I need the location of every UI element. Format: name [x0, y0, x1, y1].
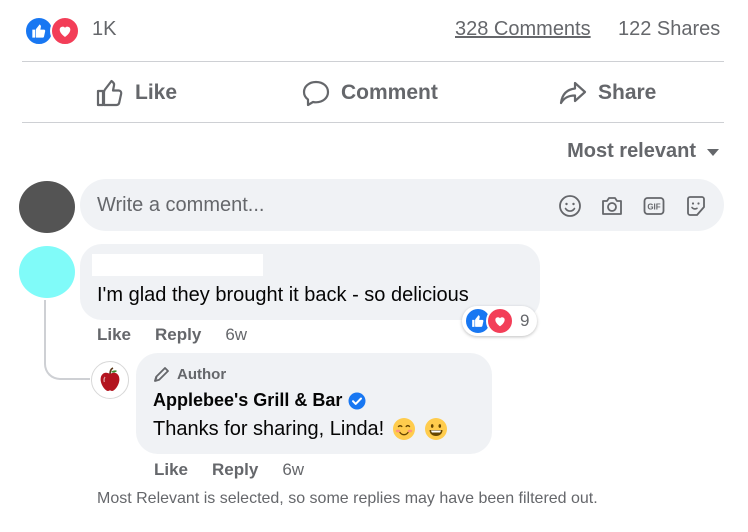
- divider: [22, 61, 724, 62]
- author-badge: Author: [153, 365, 226, 383]
- love-reaction-icon: [486, 307, 514, 335]
- caret-down-icon: [707, 148, 719, 156]
- grinning-face-emoji-icon: [425, 418, 448, 440]
- comment-button-label: Comment: [341, 81, 438, 104]
- sticker-icon[interactable]: [684, 194, 708, 218]
- commenter-avatar[interactable]: [19, 246, 75, 298]
- reply-text: Thanks for sharing, Linda!: [153, 417, 385, 440]
- current-user-avatar[interactable]: [19, 181, 75, 233]
- reply-author-name[interactable]: Applebee's Grill & Bar: [153, 390, 342, 411]
- comment-reply-link[interactable]: Reply: [155, 325, 201, 345]
- comment-reaction-count: 9: [520, 311, 530, 330]
- comment-reactions-pill[interactable]: 9: [462, 306, 538, 336]
- reply-author-name-row: Applebee's Grill & Bar: [153, 390, 366, 411]
- reaction-summary-icons[interactable]: [24, 16, 80, 46]
- pen-icon: [154, 367, 169, 382]
- comment-like-link[interactable]: Like: [97, 325, 131, 345]
- comment-composer[interactable]: GIF: [80, 179, 724, 231]
- reply-bubble: Author Applebee's Grill & Bar Thanks for…: [136, 353, 492, 454]
- share-button[interactable]: Share: [558, 78, 656, 108]
- author-badge-label: Author: [177, 365, 227, 383]
- emoji-icon[interactable]: [558, 194, 582, 218]
- smiling-face-emoji-icon: [393, 418, 416, 440]
- reply-thread-line: [44, 300, 90, 380]
- reaction-count[interactable]: 1K: [92, 18, 116, 41]
- commenter-name-redacted[interactable]: [92, 254, 263, 276]
- camera-icon[interactable]: [600, 194, 624, 218]
- svg-text:GIF: GIF: [647, 203, 660, 212]
- comment-text: I'm glad they brought it back - so delic…: [97, 284, 469, 306]
- comment-timestamp[interactable]: 6w: [225, 325, 247, 345]
- love-reaction-icon: [50, 16, 80, 46]
- reply-like-link[interactable]: Like: [154, 460, 188, 480]
- comment-meta-row: Like Reply 6w: [97, 325, 247, 345]
- page-avatar-applebees[interactable]: [91, 361, 129, 399]
- divider: [22, 122, 724, 123]
- reply-reply-link[interactable]: Reply: [212, 460, 258, 480]
- comment-bubble-icon: [302, 80, 330, 107]
- comments-count-link[interactable]: 328 Comments: [455, 18, 591, 41]
- sort-label: Most relevant: [567, 140, 696, 162]
- reply-text-row: Thanks for sharing, Linda!: [153, 417, 448, 441]
- reply-timestamp[interactable]: 6w: [282, 460, 304, 480]
- thumbs-up-icon: [96, 79, 123, 107]
- comment-button[interactable]: Comment: [301, 78, 438, 108]
- share-arrow-icon: [559, 81, 587, 105]
- sort-dropdown[interactable]: Most relevant: [567, 140, 720, 163]
- share-button-label: Share: [598, 81, 657, 104]
- verified-badge-icon: [348, 392, 366, 409]
- like-button-label: Like: [135, 81, 178, 104]
- reply-meta-row: Like Reply 6w: [154, 460, 304, 480]
- comment-input[interactable]: [97, 179, 527, 231]
- apple-logo-icon: [100, 367, 120, 391]
- gif-icon[interactable]: GIF: [642, 194, 666, 218]
- like-button[interactable]: Like: [95, 78, 177, 108]
- filter-notice: Most Relevant is selected, so some repli…: [97, 490, 598, 507]
- shares-count[interactable]: 122 Shares: [618, 18, 720, 41]
